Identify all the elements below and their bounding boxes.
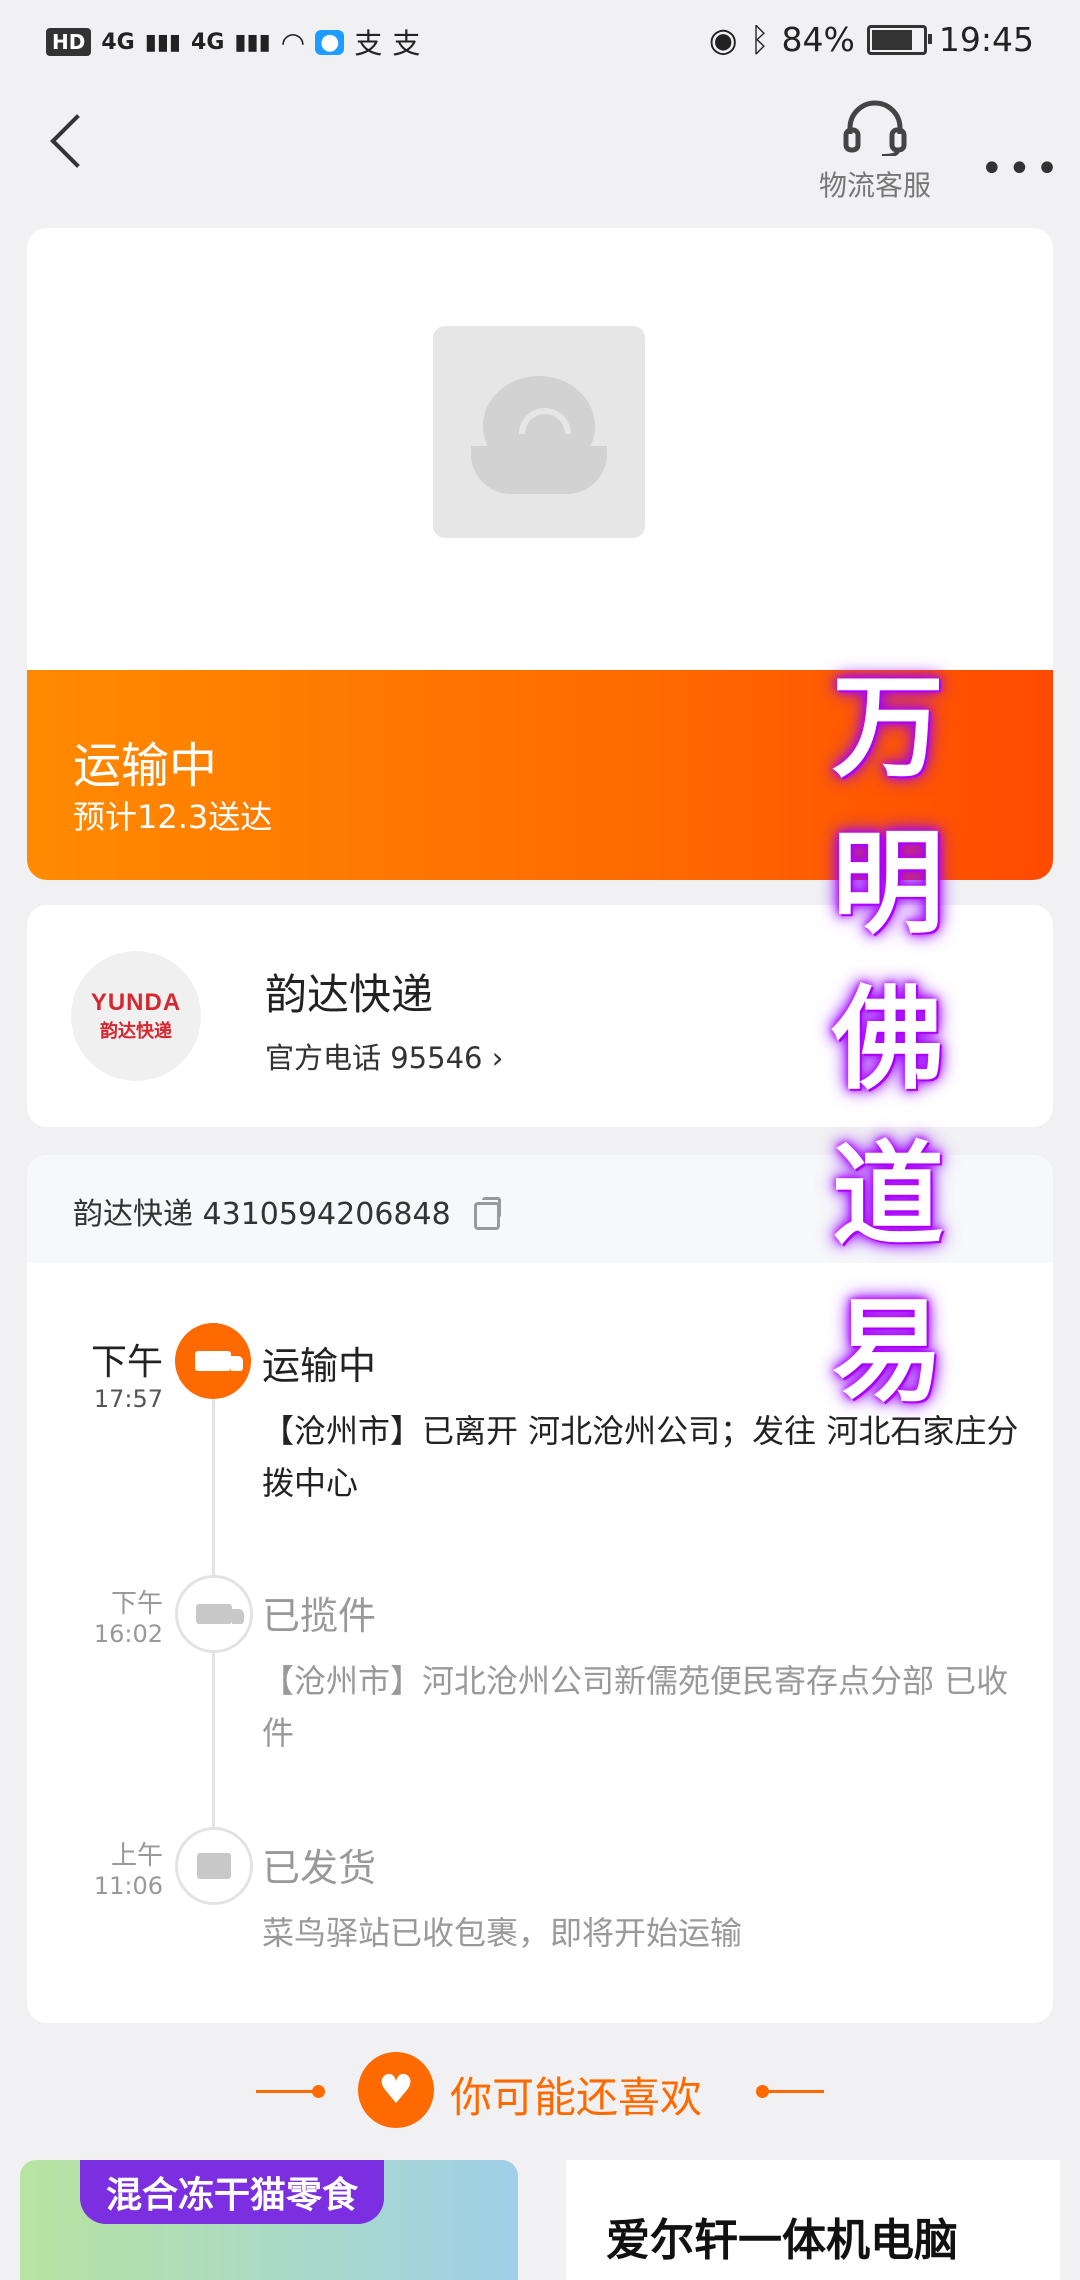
courier-name: 韵达快递	[265, 970, 434, 1019]
hd-icon: HD	[46, 28, 92, 56]
divider-dot	[312, 2085, 325, 2098]
event-time: 下午 16:02	[43, 1583, 163, 1648]
event-ampm: 下午	[90, 1342, 163, 1383]
alipay-icon: 支	[392, 27, 421, 60]
event-description: 【沧州市】河北沧州公司新儒苑便民寄存点分部 已收件	[262, 1662, 1009, 1752]
courier-phone-link[interactable]: 官方电话 95546 ›	[265, 1035, 503, 1077]
divider-line	[762, 2090, 824, 2093]
eta-text: 预计12.3送达	[73, 798, 273, 836]
logo-en-text: YUNDA	[90, 989, 182, 1016]
back-arrow-icon[interactable]	[50, 114, 104, 168]
yunda-logo: YUNDA 韵达快递	[71, 951, 201, 1081]
truck-icon	[175, 1575, 253, 1653]
signal-bars-icon: ▮▮▮	[144, 29, 182, 55]
recommend-title: 你可能还喜欢	[450, 2073, 703, 2122]
eye-icon: ◉	[708, 20, 738, 59]
event-clock: 16:02	[93, 1620, 163, 1648]
heart-icon: ♥	[358, 2052, 434, 2128]
status-bar: HD 4G ▮▮▮ 4G ▮▮▮ ◠ ● 支 支 ◉ ᛒ 84% 19:45	[0, 0, 1080, 86]
event-clock: 11:06	[93, 1872, 163, 1900]
watermark-char: 易	[832, 1286, 944, 1417]
tracking-number: 韵达快递 4310594206848	[73, 1189, 502, 1233]
watermark-char: 佛	[832, 974, 944, 1105]
copy-icon[interactable]	[474, 1196, 502, 1230]
document-icon	[175, 1827, 253, 1905]
bulb-app-icon: ●	[315, 29, 345, 55]
more-options-icon[interactable]: •••	[980, 146, 1063, 192]
event-time: 下午 17:57	[43, 1333, 163, 1413]
battery-icon	[866, 24, 932, 55]
event-description: 菜鸟驿站已收包裹，即将开始运输	[262, 1914, 743, 1952]
status-left-icons: HD 4G ▮▮▮ 4G ▮▮▮ ◠ ● 支 支	[46, 22, 420, 62]
battery-percent: 84%	[781, 20, 855, 59]
watermark-char: 万	[832, 662, 944, 793]
alipay-icon: 支	[354, 27, 383, 60]
product-image-placeholder	[433, 326, 645, 538]
signal-icon-1: 4G	[101, 29, 135, 55]
watermark-char: 明	[832, 818, 944, 949]
wifi-icon: ◠	[280, 25, 306, 59]
watermark: 万 明 佛 道 易	[818, 650, 958, 1430]
status-right-icons: ◉ ᛒ 84% 19:45	[709, 20, 1034, 59]
event-status: 运输中	[262, 1344, 377, 1388]
product-card[interactable]: 混合冻干猫零食	[20, 2160, 518, 2280]
product-title: 爱尔轩一体机电脑	[606, 2215, 958, 2266]
logistics-service-button[interactable]: 物流客服	[800, 100, 950, 204]
placeholder-body	[471, 446, 607, 494]
service-label: 物流客服	[818, 169, 931, 202]
event-clock: 17:57	[93, 1385, 163, 1413]
event-status: 已揽件	[262, 1594, 377, 1638]
signal-bars-icon: ▮▮▮	[234, 29, 271, 55]
watermark-char: 道	[832, 1130, 944, 1261]
clock: 19:45	[938, 20, 1034, 59]
product-card[interactable]: 爱尔轩一体机电脑	[566, 2160, 1060, 2280]
headset-icon	[843, 100, 907, 158]
logo-cn-text: 韵达快递	[100, 1021, 172, 1042]
event-ampm: 上午	[110, 1841, 163, 1871]
event-ampm: 下午	[110, 1589, 163, 1619]
event-status: 已发货	[262, 1846, 377, 1890]
truck-icon	[175, 1323, 251, 1399]
product-title: 混合冻干猫零食	[80, 2160, 385, 2224]
divider-line	[256, 2090, 318, 2093]
signal-icon-2: 4G	[191, 29, 225, 55]
event-time: 上午 11:06	[43, 1835, 163, 1900]
tracking-number-text: 韵达快递 4310594206848	[73, 1197, 451, 1232]
status-title: 运输中	[73, 738, 218, 794]
bluetooth-icon: ᛒ	[749, 20, 770, 59]
